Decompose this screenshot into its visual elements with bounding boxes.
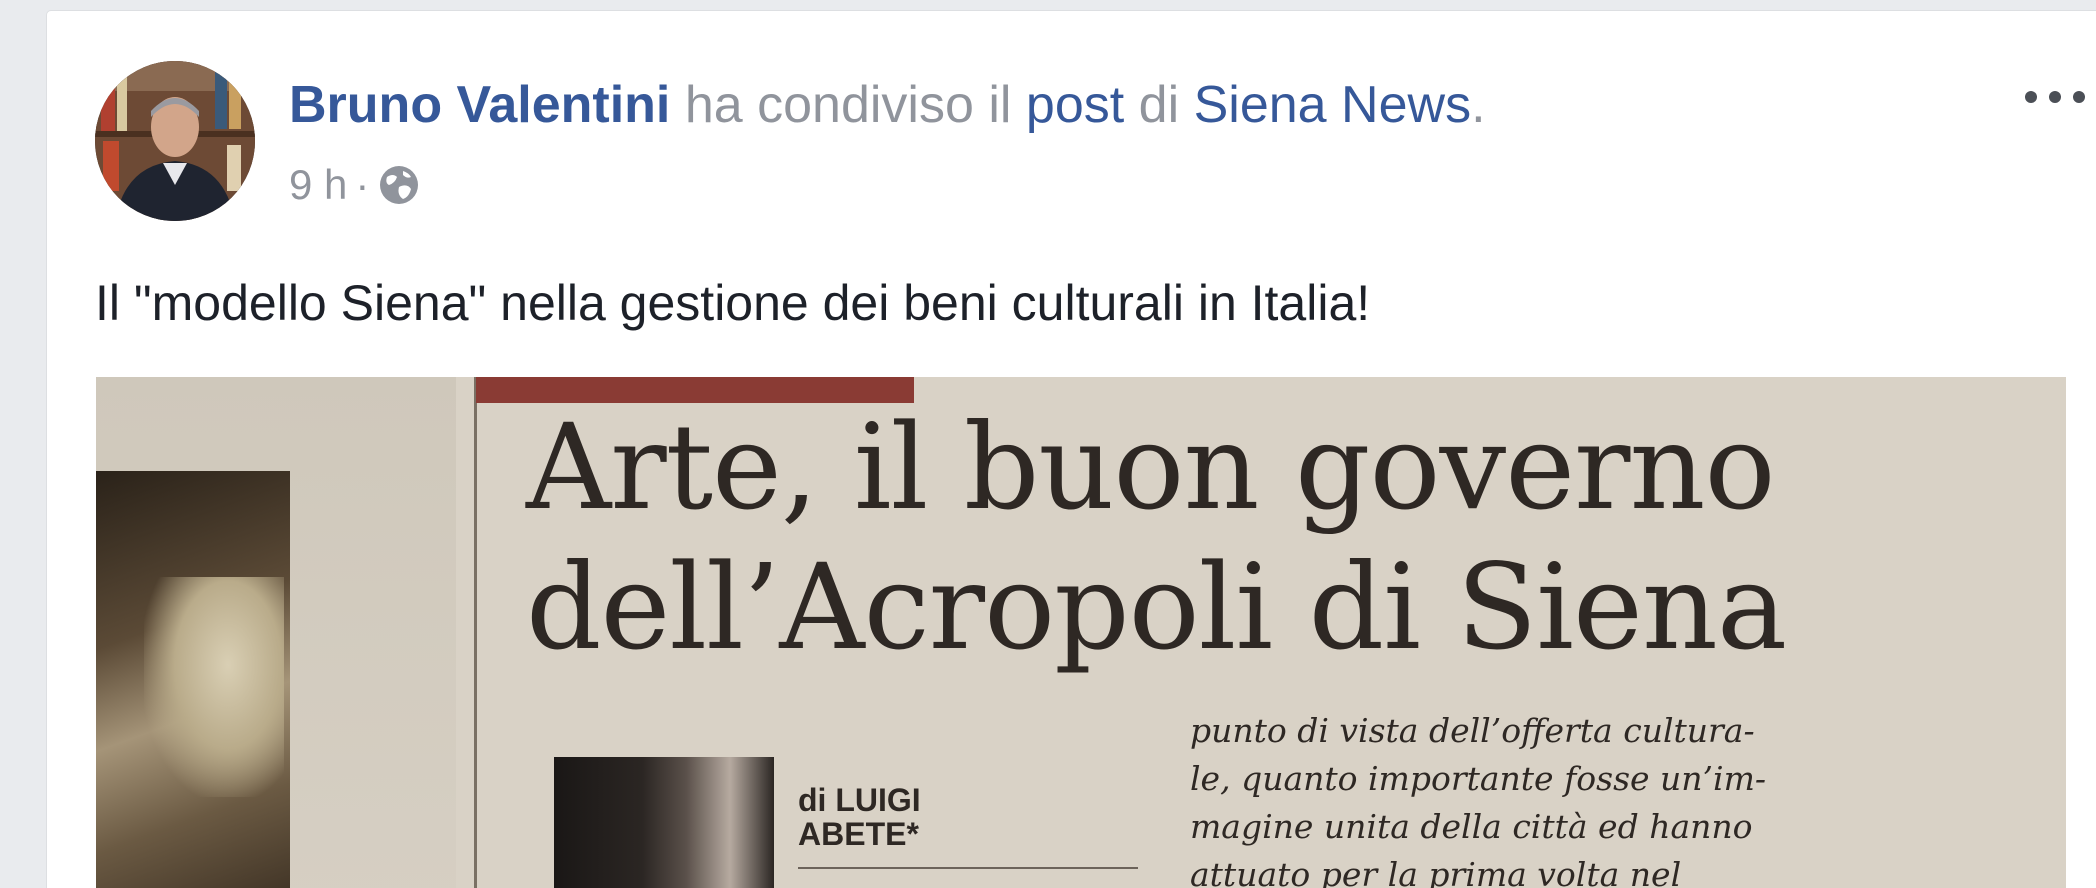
byline-line-2: ABETE* xyxy=(798,816,919,852)
feed-post-card: Bruno Valentini ha condiviso il post di … xyxy=(46,10,2096,888)
timestamp-link[interactable]: 9 h xyxy=(289,159,347,211)
post-meta: 9 h · xyxy=(289,159,421,211)
more-dot xyxy=(2049,91,2061,103)
more-options-icon[interactable] xyxy=(2019,77,2091,117)
article-byline: di LUIGI ABETE* xyxy=(798,783,921,851)
article-body: punto di vista dell’offerta cultura- le,… xyxy=(1190,707,1766,888)
period-text: . xyxy=(1471,76,1486,134)
more-dot xyxy=(2073,91,2085,103)
column-rule xyxy=(474,377,477,888)
article-headline: Arte, il buon governo dell’Acropoli di S… xyxy=(526,397,1787,677)
meta-separator: · xyxy=(355,161,370,208)
body-line: magine unita della città ed hanno xyxy=(1190,807,1753,846)
post-caption: Il "modello Siena" nella gestione dei be… xyxy=(95,275,1371,331)
body-line: le, quanto importante fosse un’im- xyxy=(1190,759,1767,798)
painting-cloud xyxy=(144,577,284,797)
more-dot xyxy=(2025,91,2037,103)
post-photo[interactable]: Arte, il buon governo dell’Acropoli di S… xyxy=(96,377,2066,888)
author-name-link[interactable]: Bruno Valentini xyxy=(289,76,670,134)
headline-line-2: dell’Acropoli di Siena xyxy=(526,538,1787,676)
byline-rule xyxy=(798,867,1138,869)
page-name-link[interactable]: Siena News xyxy=(1194,76,1471,134)
of-text: di xyxy=(1138,76,1180,134)
body-line: punto di vista dell’offerta cultura- xyxy=(1190,711,1755,750)
post-link[interactable]: post xyxy=(1026,76,1124,134)
author-photo xyxy=(554,757,774,888)
byline-line-1: di LUIGI xyxy=(798,782,921,818)
headline-line-1: Arte, il buon governo xyxy=(526,398,1775,536)
author-avatar[interactable] xyxy=(95,61,255,221)
post-header: Bruno Valentini ha condiviso il post di … xyxy=(289,75,1486,135)
shared-text: ha condiviso il xyxy=(684,76,1012,134)
globe-icon[interactable] xyxy=(377,163,421,207)
body-line: attuato per la prima volta nel xyxy=(1190,855,1682,888)
